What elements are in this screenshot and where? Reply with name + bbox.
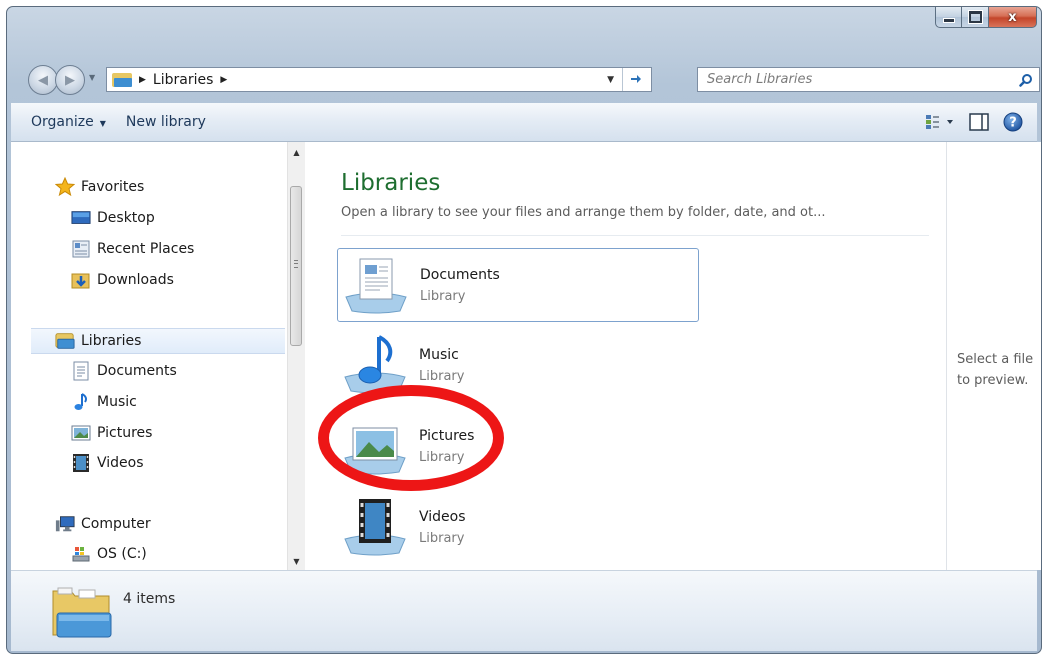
- library-type: Library: [419, 450, 465, 465]
- nav-recent-places[interactable]: Recent Places: [71, 236, 194, 262]
- nav-desktop[interactable]: Desktop: [71, 205, 155, 231]
- explorer-window: x ◀ ▶ ▼ ▶ Libraries ▶ ▼ Search Libraries…: [6, 6, 1042, 654]
- address-history-dropdown[interactable]: ▼: [607, 75, 614, 85]
- libraries-folder-icon: [112, 72, 132, 87]
- nav-favorites[interactable]: Favorites: [55, 174, 144, 200]
- computer-icon: [55, 514, 75, 534]
- library-item-music[interactable]: Music Library: [337, 329, 699, 403]
- desktop-icon: [71, 208, 91, 228]
- music-note-icon: [71, 392, 91, 412]
- new-library-button[interactable]: New library: [116, 114, 216, 130]
- library-item-documents[interactable]: Documents Library: [337, 248, 699, 322]
- library-name: Music: [419, 347, 459, 363]
- library-name: Documents: [420, 267, 500, 283]
- nav-drive-c[interactable]: OS (C:): [71, 541, 147, 567]
- star-icon: [55, 177, 75, 197]
- library-item-videos[interactable]: Videos Library: [337, 491, 699, 565]
- pictures-icon: [71, 423, 91, 443]
- library-name: Videos: [419, 509, 466, 525]
- library-type: Library: [419, 531, 465, 546]
- recent-pages-button[interactable]: ▼: [89, 73, 95, 82]
- drive-icon: [71, 544, 91, 564]
- nav-computer[interactable]: Computer: [55, 511, 151, 537]
- minimize-icon: [942, 17, 955, 23]
- nav-music[interactable]: Music: [71, 389, 137, 415]
- libraries-folder-icon: [49, 585, 113, 643]
- back-button[interactable]: ◀: [28, 65, 58, 95]
- pictures-library-icon: [339, 414, 411, 478]
- music-library-icon: [339, 333, 411, 397]
- nav-downloads[interactable]: Downloads: [71, 267, 174, 293]
- back-arrow-icon: ◀: [38, 72, 48, 88]
- breadcrumb-arrow-icon[interactable]: ▶: [139, 75, 146, 85]
- item-count: 4 items: [123, 591, 176, 607]
- chevron-down-icon: ▼: [99, 119, 106, 128]
- search-input[interactable]: [698, 71, 1013, 88]
- documents-icon: [71, 361, 91, 381]
- help-button[interactable]: ?: [1003, 107, 1023, 137]
- libraries-folder-icon: [55, 331, 75, 351]
- nav-libraries[interactable]: Libraries: [31, 328, 285, 354]
- recent-places-icon: [71, 239, 91, 259]
- library-name: Pictures: [419, 428, 475, 444]
- refresh-button[interactable]: [622, 68, 651, 91]
- library-item-pictures[interactable]: Pictures Library: [337, 410, 699, 484]
- forward-button[interactable]: ▶: [55, 65, 85, 95]
- close-icon: x: [1008, 9, 1017, 25]
- help-icon: ?: [1003, 112, 1023, 132]
- library-type: Library: [420, 289, 466, 304]
- nav-pictures[interactable]: Pictures: [71, 420, 152, 446]
- view-options-icon: [926, 115, 953, 129]
- scroll-down-icon[interactable]: ▼: [288, 553, 305, 570]
- details-pane: 4 items: [11, 570, 1037, 651]
- search-icon[interactable]: [1013, 73, 1039, 87]
- organize-label: Organize: [31, 114, 94, 130]
- caption-buttons: x: [935, 7, 1037, 29]
- close-button[interactable]: x: [989, 7, 1037, 28]
- library-description: Open a library to see your files and arr…: [341, 205, 826, 220]
- content-area: Favorites Desktop Recent Places Download…: [11, 142, 1041, 570]
- breadcrumb-arrow-icon[interactable]: ▶: [220, 75, 227, 85]
- nav-videos[interactable]: Videos: [71, 450, 144, 476]
- divider: [341, 235, 929, 236]
- maximize-icon: [968, 11, 982, 23]
- preview-pane-button[interactable]: [969, 107, 989, 137]
- command-bar: Organize ▼ New library ?: [11, 103, 1037, 142]
- navigation-bar: ◀ ▶ ▼ ▶ Libraries ▶ ▼: [7, 63, 1041, 97]
- address-bar[interactable]: ▶ Libraries ▶ ▼: [106, 67, 652, 92]
- videos-icon: [71, 453, 91, 473]
- downloads-folder-icon: [71, 270, 91, 290]
- refresh-icon: [631, 74, 641, 83]
- preview-placeholder: Select a file to preview.: [957, 352, 1034, 388]
- library-title: Libraries: [341, 170, 441, 196]
- preview-pane: Select a file to preview.: [946, 142, 1041, 570]
- svg-text:?: ?: [1009, 116, 1017, 131]
- file-list-pane: Libraries Open a library to see your fil…: [309, 142, 943, 570]
- minimize-button[interactable]: [935, 7, 962, 28]
- preview-pane-icon: [969, 113, 989, 131]
- search-box[interactable]: [697, 67, 1040, 92]
- organize-menu-button[interactable]: Organize ▼: [21, 114, 116, 130]
- navigation-scrollbar[interactable]: ▲ ▼: [287, 142, 305, 570]
- navigation-pane: Favorites Desktop Recent Places Download…: [11, 142, 285, 570]
- documents-library-icon: [340, 253, 412, 317]
- scroll-up-icon[interactable]: ▲: [288, 144, 305, 161]
- library-type: Library: [419, 369, 465, 384]
- nav-documents[interactable]: Documents: [71, 358, 177, 384]
- maximize-button[interactable]: [962, 7, 989, 28]
- change-view-button[interactable]: [925, 107, 955, 137]
- scrollbar-thumb[interactable]: [290, 186, 302, 346]
- forward-arrow-icon: ▶: [65, 72, 75, 88]
- breadcrumb-libraries[interactable]: Libraries: [153, 72, 213, 88]
- videos-library-icon: [339, 495, 411, 559]
